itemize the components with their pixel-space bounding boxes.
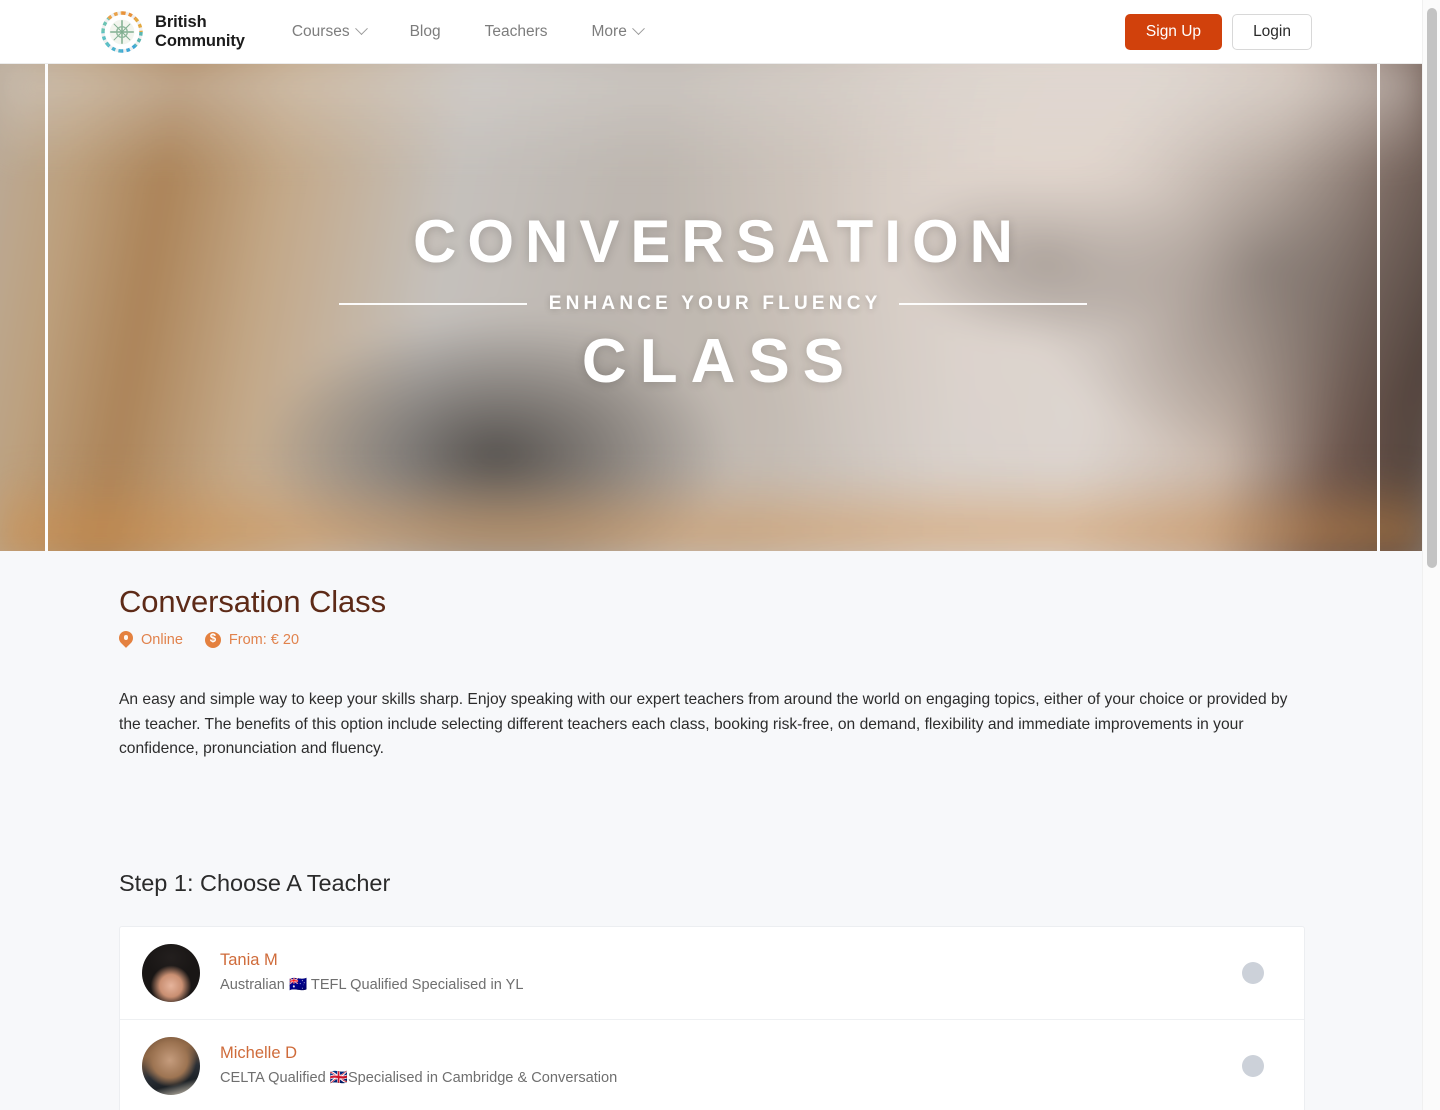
location-pin-icon bbox=[119, 631, 133, 649]
scrollbar-thumb[interactable] bbox=[1427, 8, 1437, 568]
nav-label-blog: Blog bbox=[409, 22, 441, 40]
british-community-logo-icon bbox=[100, 10, 144, 54]
course-price-label: From: € 20 bbox=[228, 632, 300, 648]
nav-item-courses[interactable]: Courses bbox=[270, 22, 388, 41]
hero-text-block: CONVERSATION ENHANCE YOUR FLUENCY CLASS bbox=[48, 64, 1378, 551]
login-button[interactable]: Login bbox=[1232, 13, 1312, 50]
teacher-row-michelle-d[interactable]: Michelle D CELTA Qualified 🇬🇧Specialised… bbox=[120, 1020, 1304, 1110]
sign-up-button[interactable]: Sign Up bbox=[1124, 13, 1223, 50]
course-description: An easy and simple way to keep your skil… bbox=[119, 691, 1288, 758]
teacher-list: Tania M Australian 🇦🇺 TEFL Qualified Spe… bbox=[119, 925, 1305, 1110]
site-header: British Community Courses Blog Teachers … bbox=[0, 0, 1422, 64]
course-meta-row: Online $ From: € 20 bbox=[119, 631, 1304, 649]
header-actions: Sign Up Login bbox=[1124, 13, 1312, 50]
nav-label-more: More bbox=[591, 22, 627, 40]
main-nav: Courses Blog Teachers More bbox=[270, 22, 665, 41]
teacher-info: Michelle D CELTA Qualified 🇬🇧Specialised… bbox=[220, 1044, 1242, 1087]
chevron-down-icon bbox=[631, 22, 645, 36]
hero-banner: CONVERSATION ENHANCE YOUR FLUENCY CLASS bbox=[0, 64, 1422, 551]
teacher-select-radio[interactable] bbox=[1242, 1054, 1264, 1077]
teacher-description: Australian 🇦🇺 TEFL Qualified Specialised… bbox=[220, 977, 524, 994]
hero-title-second-line: CLASS bbox=[581, 327, 858, 396]
chevron-down-icon bbox=[354, 22, 368, 36]
nav-label-courses: Courses bbox=[291, 22, 350, 40]
hero-subtitle: ENHANCE YOUR FLUENCY bbox=[548, 293, 882, 314]
nav-item-teachers[interactable]: Teachers bbox=[463, 23, 570, 41]
teacher-description: CELTA Qualified 🇬🇧Specialised in Cambrid… bbox=[220, 1070, 618, 1087]
course-meta-location: Online bbox=[119, 631, 183, 649]
browser-viewport: British Community Courses Blog Teachers … bbox=[0, 0, 1440, 1110]
nav-item-blog[interactable]: Blog bbox=[388, 23, 463, 41]
page-title: Conversation Class bbox=[119, 584, 386, 619]
avatar bbox=[142, 1036, 200, 1095]
brand-name: British Community bbox=[155, 13, 245, 50]
nav-label-teachers: Teachers bbox=[484, 22, 548, 40]
hero-rule-left-short bbox=[338, 303, 527, 305]
teacher-info: Tania M Australian 🇦🇺 TEFL Qualified Spe… bbox=[220, 951, 1242, 994]
brand-logo-link[interactable]: British Community bbox=[100, 10, 245, 54]
teacher-select-radio[interactable] bbox=[1242, 961, 1264, 984]
avatar bbox=[142, 943, 200, 1002]
hero-subtitle-row: ENHANCE YOUR FLUENCY bbox=[338, 293, 1088, 315]
teacher-name: Michelle D bbox=[220, 1044, 298, 1063]
hero-title: CONVERSATION bbox=[413, 208, 1024, 275]
step-one-heading: Step 1: Choose A Teacher bbox=[119, 869, 391, 896]
teacher-name: Tania M bbox=[220, 951, 278, 970]
teacher-row-tania-m[interactable]: Tania M Australian 🇦🇺 TEFL Qualified Spe… bbox=[120, 927, 1304, 1020]
price-coin-icon: $ bbox=[204, 632, 221, 648]
page-content: British Community Courses Blog Teachers … bbox=[0, 0, 1422, 1110]
content-wrapper: Conversation Class Online $ From: € 20 A… bbox=[119, 584, 1305, 1110]
course-meta-price: $ From: € 20 bbox=[204, 632, 300, 648]
main-content: Conversation Class Online $ From: € 20 A… bbox=[0, 584, 1422, 1110]
course-location-label: Online bbox=[141, 632, 183, 648]
page-scrollbar[interactable] bbox=[1422, 0, 1440, 1110]
hero-rule-right-short bbox=[899, 303, 1088, 305]
nav-item-more[interactable]: More bbox=[570, 22, 665, 41]
